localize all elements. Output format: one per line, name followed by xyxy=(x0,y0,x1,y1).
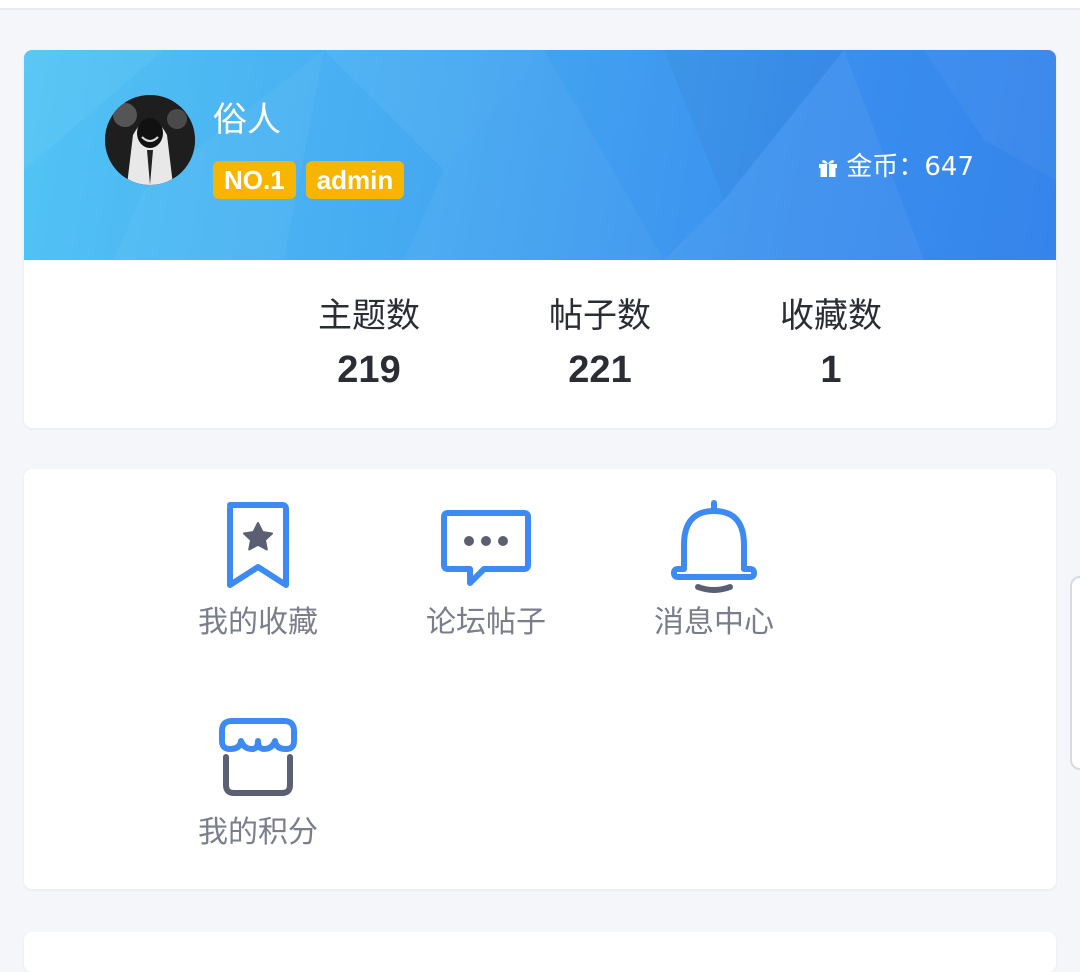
next-card xyxy=(24,932,1056,972)
stat-label: 收藏数 xyxy=(780,296,882,336)
chat-bubble-icon xyxy=(441,510,531,586)
menu-item-points[interactable]: 我的积分 xyxy=(158,707,358,853)
menu-label: 我的积分 xyxy=(198,815,318,850)
menu-label: 消息中心 xyxy=(654,605,774,640)
menu-item-favorites[interactable]: 我的收藏 xyxy=(158,497,358,643)
stat-label: 主题数 xyxy=(318,296,420,336)
badge-group: NO.1 admin xyxy=(213,161,405,199)
menu-label: 论坛帖子 xyxy=(426,605,546,640)
role-badge: admin xyxy=(305,161,405,199)
rank-badge: NO.1 xyxy=(213,161,296,199)
menu-item-forum-posts[interactable]: 论坛帖子 xyxy=(386,497,586,643)
coins-text: 金币：647 xyxy=(846,152,974,182)
top-bar-edge xyxy=(0,0,1080,10)
gift-icon xyxy=(819,160,838,177)
menu-card: 我的收藏 论坛帖子 消息中心 我的积分 xyxy=(24,469,1056,889)
stat-favorites[interactable]: 收藏数 1 xyxy=(741,294,921,396)
stat-topics[interactable]: 主题数 219 xyxy=(279,294,459,396)
stat-label: 帖子数 xyxy=(549,296,651,336)
stat-value: 219 xyxy=(337,349,401,391)
stats-row: 主题数 219 帖子数 221 收藏数 1 xyxy=(24,260,1056,428)
stat-value: 1 xyxy=(820,349,842,391)
profile-card: 俗人 NO.1 admin 金币：647 主题数 219 帖子数 221 收藏数… xyxy=(24,50,1056,428)
menu-item-messages[interactable]: 消息中心 xyxy=(614,497,814,643)
avatar[interactable] xyxy=(105,95,195,185)
coins-display: 金币：647 xyxy=(816,150,974,184)
menu-label: 我的收藏 xyxy=(198,605,318,640)
username: 俗人 xyxy=(213,100,281,140)
stat-posts[interactable]: 帖子数 221 xyxy=(510,294,690,396)
shop-icon xyxy=(219,718,297,796)
side-scroll-tab[interactable] xyxy=(1070,576,1080,770)
profile-banner: 俗人 NO.1 admin 金币：647 xyxy=(24,50,1056,260)
stat-value: 221 xyxy=(568,349,632,391)
bell-icon xyxy=(671,500,757,593)
bookmark-star-icon xyxy=(227,502,289,588)
